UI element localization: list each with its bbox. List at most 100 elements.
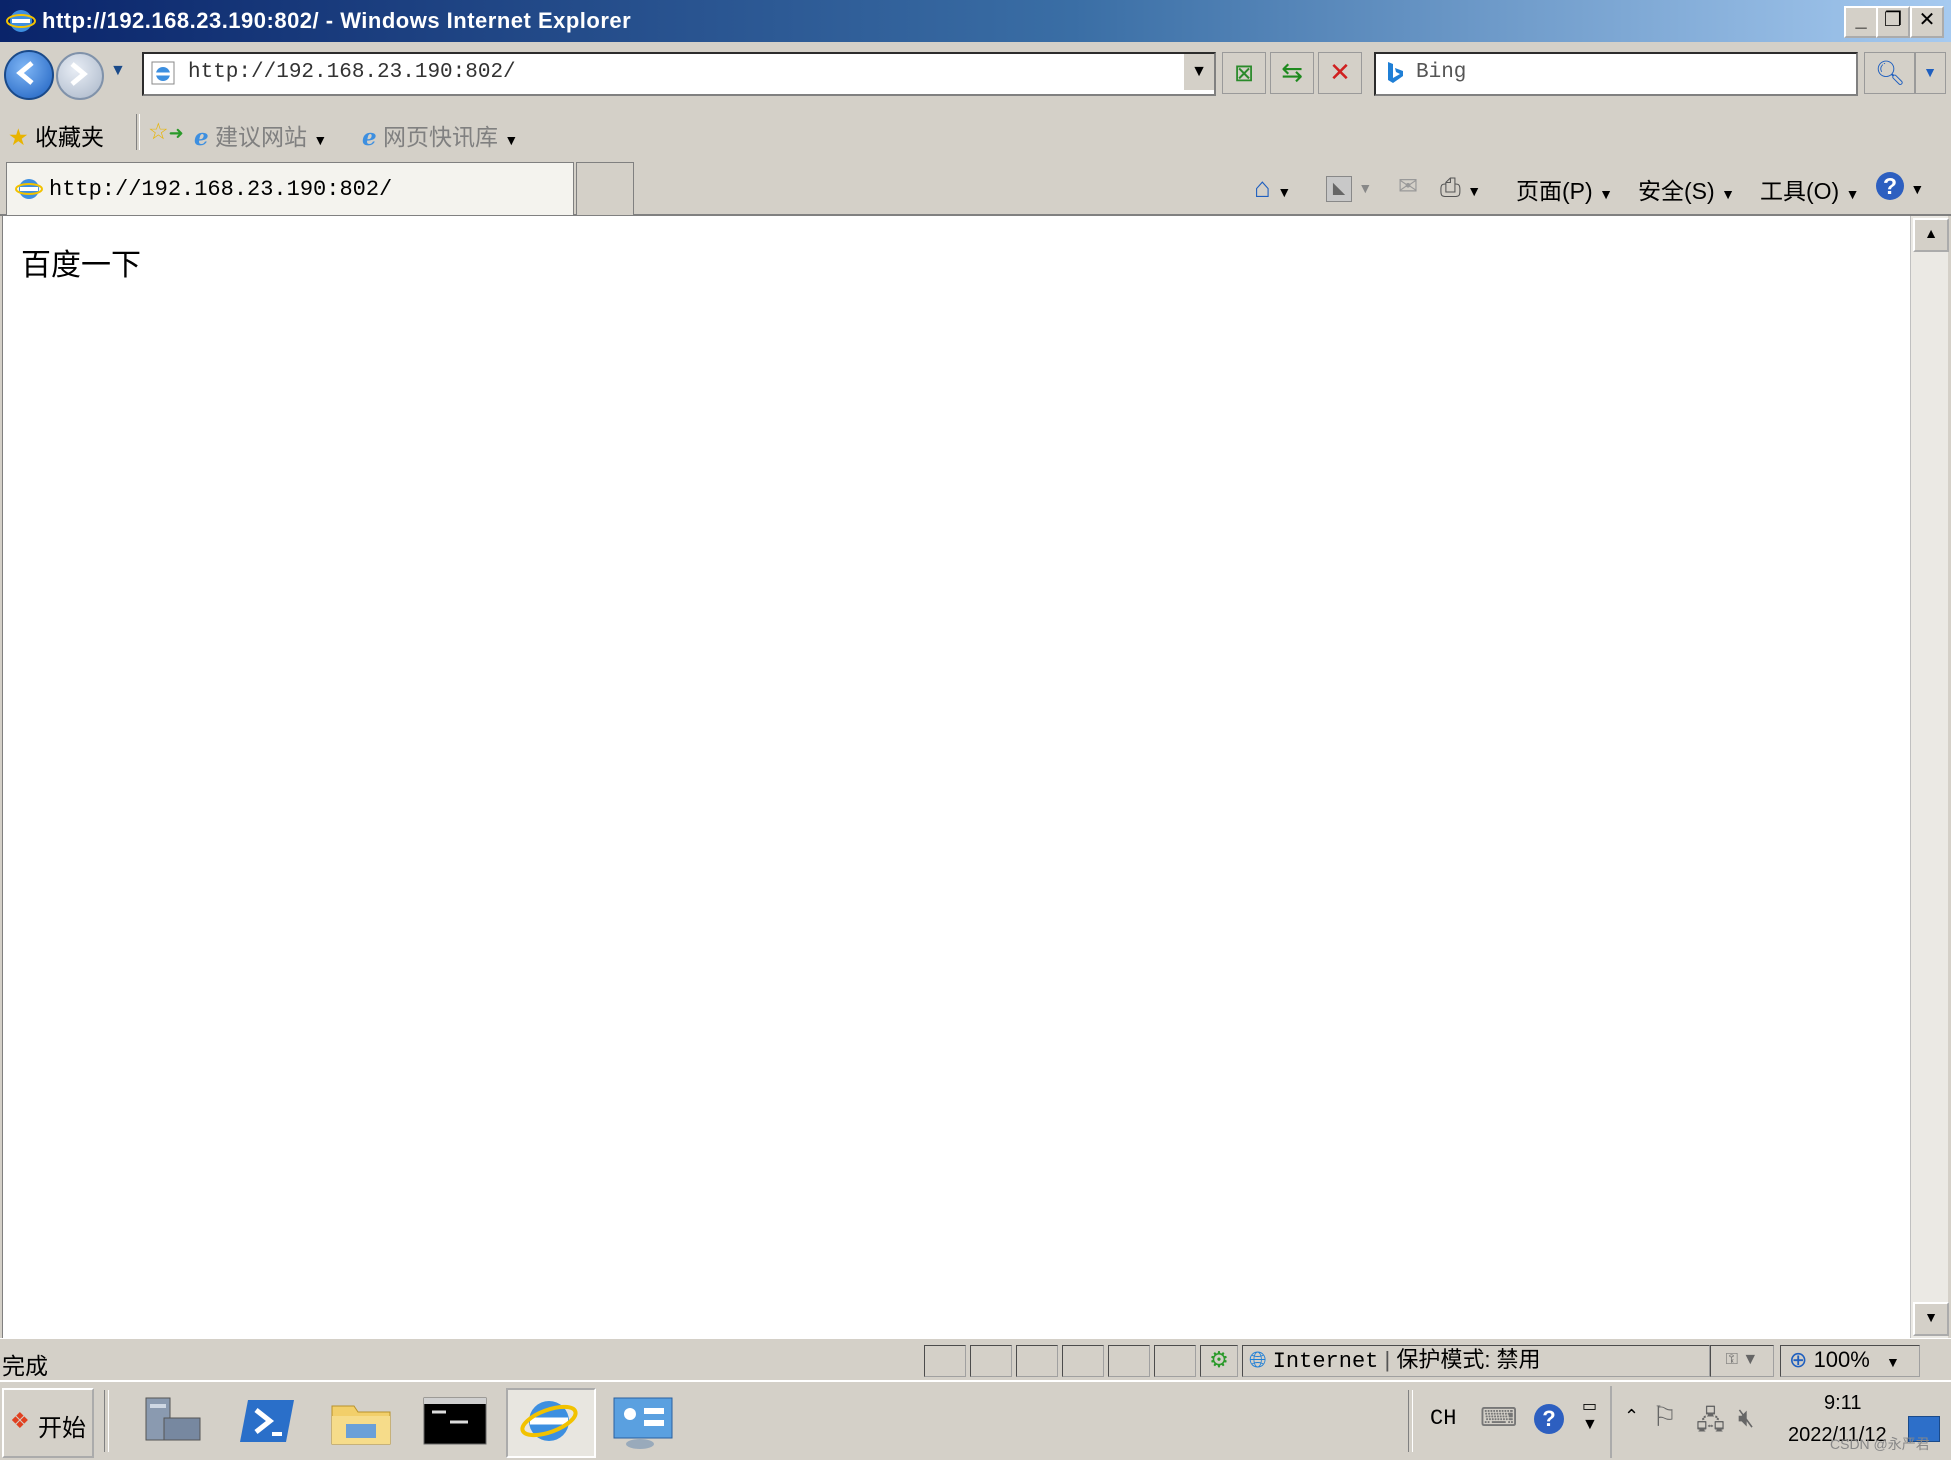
search-box[interactable]: Bing <box>1374 52 1858 96</box>
ie-icon <box>15 179 43 199</box>
search-icon: 🔍︎ <box>1874 60 1906 87</box>
language-indicator[interactable]: CH <box>1430 1406 1456 1431</box>
taskbar-explorer[interactable] <box>318 1388 404 1454</box>
security-status-icon: ⚙ <box>1209 1347 1229 1372</box>
status-pane <box>970 1345 1012 1377</box>
page-content[interactable]: 百度一下 <box>2 216 1910 1338</box>
status-pane <box>1154 1345 1196 1377</box>
status-pane <box>1062 1345 1104 1377</box>
favorites-item-web-slice-gallery[interactable]: ℯ 网页快讯库 ▼ <box>362 118 518 152</box>
home-button[interactable]: ⌂ ▼ <box>1254 172 1291 204</box>
help-button[interactable]: ? ▼ <box>1876 172 1924 200</box>
add-to-favorites-bar-button[interactable]: ☆➜ <box>148 118 184 145</box>
help-icon[interactable]: ? <box>1534 1404 1564 1434</box>
page-menu[interactable]: 页面(P) ▼ <box>1516 172 1613 206</box>
restore-button[interactable]: ❐ <box>1876 6 1910 38</box>
safety-menu[interactable]: 安全(S) ▼ <box>1638 172 1735 206</box>
zoom-icon: ⊕ <box>1789 1347 1808 1372</box>
favorites-bar: ★ 收藏夹 ☆➜ ℯ 建议网站 ▼ ℯ 网页快讯库 ▼ <box>0 104 1951 160</box>
stop-icon: ✕ <box>1329 57 1351 87</box>
ie-icon <box>6 10 36 32</box>
print-button[interactable]: ⎙ ▼ <box>1440 172 1481 204</box>
status-bar: 完成 ⚙ 🌐︎ Internet | 保护模式: 禁用 ⚿ ▼ ⊕ 100% ▼ <box>0 1338 1951 1380</box>
ie-icon <box>520 1401 578 1441</box>
page-icon <box>151 61 175 85</box>
taskbar-divider <box>1408 1390 1413 1452</box>
bing-icon <box>1388 62 1403 83</box>
safety-menu-label: 安全(S) <box>1638 178 1715 204</box>
compatibility-view-button[interactable]: ⊠ <box>1222 52 1266 94</box>
language-options-button[interactable]: ▭ ▼ <box>1582 1398 1598 1434</box>
refresh-button[interactable]: ⇆ <box>1270 52 1314 94</box>
taskbar-divider <box>104 1390 109 1452</box>
page-text: 百度一下 <box>21 249 141 282</box>
ie-page-icon: ℯ <box>194 124 209 150</box>
print-icon: ⎙ <box>1440 172 1461 202</box>
tab-bar: http://192.168.23.190:802/ ⌂ ▼ ◣ ▼ ✉ ⎙ ▼… <box>0 160 1951 216</box>
clock-time[interactable]: 9:11 <box>1824 1392 1861 1415</box>
favorites-button[interactable]: ★ 收藏夹 <box>8 118 104 152</box>
start-button[interactable]: ❖ 开始 <box>2 1388 94 1458</box>
keyboard-icon[interactable]: ⌨ <box>1480 1402 1518 1433</box>
zoom-pane[interactable]: ⊕ 100% ▼ <box>1780 1345 1920 1377</box>
feeds-icon: ◣ <box>1326 176 1352 202</box>
status-pane <box>1016 1345 1058 1377</box>
favorites-label: 收藏夹 <box>35 124 105 150</box>
tools-menu-label: 工具(O) <box>1760 178 1840 204</box>
suggested-sites-label: 建议网站 <box>215 124 308 150</box>
vertical-scrollbar[interactable]: ▲ ▼ <box>1910 216 1949 1338</box>
protected-mode-label: 保护模式: 禁用 <box>1396 1347 1541 1372</box>
back-button[interactable] <box>4 50 54 100</box>
notification-area: ⌃ ⚐ 🖧︎ 🔇︎ 9:11 2022/11/12 CSDN @永严君 <box>1610 1386 1951 1458</box>
address-text: http://192.168.23.190:802/ <box>188 61 516 84</box>
taskbar-server-manager[interactable] <box>130 1388 216 1454</box>
address-dropdown-button[interactable]: ▼ <box>1182 54 1214 90</box>
address-bar[interactable]: http://192.168.23.190:802/ ▼ <box>142 52 1216 96</box>
status-pane <box>924 1345 966 1377</box>
stop-button[interactable]: ✕ <box>1318 52 1362 94</box>
zone-pane[interactable]: 🌐︎ Internet | 保护模式: 禁用 <box>1242 1345 1710 1377</box>
feeds-button[interactable]: ◣ ▼ <box>1326 172 1372 202</box>
minimize-button[interactable]: _ <box>1844 6 1878 38</box>
close-button[interactable]: ✕ <box>1910 6 1944 38</box>
title-bar[interactable]: http://192.168.23.190:802/ - Windows Int… <box>0 0 1951 42</box>
control-panel-icon <box>613 1397 673 1449</box>
web-slice-gallery-label: 网页快讯库 <box>383 124 499 150</box>
history-dropdown-button[interactable]: ▼ <box>110 62 126 80</box>
status-pane: ⚙ <box>1200 1345 1238 1377</box>
read-mail-button[interactable]: ✉ <box>1398 172 1418 201</box>
action-center-flag-icon[interactable]: ⚐ <box>1652 1400 1677 1433</box>
zoom-level: 100% <box>1813 1347 1870 1372</box>
forward-button[interactable] <box>56 52 104 100</box>
new-tab-button[interactable] <box>576 162 634 215</box>
taskbar: ❖ 开始 CH ⌨ ? ▭ ▼ ⌃ ⚐ 🖧︎ 🔇︎ 9:11 2022/11/12… <box>0 1380 1951 1459</box>
show-hidden-icons-button[interactable]: ⌃ <box>1624 1406 1639 1427</box>
add-favorite-icon: ☆ <box>148 118 169 144</box>
navigation-bar: ▼ http://192.168.23.190:802/ ▼ ⊠ ⇆ ✕ Bin… <box>0 42 1951 104</box>
taskbar-control-panel[interactable] <box>600 1388 686 1454</box>
scroll-down-button[interactable]: ▼ <box>1913 1302 1949 1336</box>
cmd-icon <box>423 1397 487 1445</box>
taskbar-cmd[interactable] <box>412 1388 498 1454</box>
zone-label: Internet <box>1272 1349 1379 1374</box>
start-label: 开始 <box>38 1415 86 1442</box>
windows-logo-icon: ❖ <box>10 1408 30 1433</box>
forward-icon <box>70 62 88 86</box>
tab-current[interactable]: http://192.168.23.190:802/ <box>6 162 574 215</box>
search-button[interactable]: 🔍︎ <box>1864 52 1916 94</box>
search-options-button[interactable]: ▼ <box>1914 52 1946 94</box>
powershell-icon <box>240 1400 294 1442</box>
taskbar-powershell[interactable] <box>226 1388 312 1454</box>
search-placeholder: Bing <box>1416 61 1467 84</box>
tools-menu[interactable]: 工具(O) ▼ <box>1760 172 1859 206</box>
tab-label: http://192.168.23.190:802/ <box>49 177 393 202</box>
taskbar-internet-explorer[interactable] <box>506 1388 596 1458</box>
popup-blocker-pane[interactable]: ⚿ ▼ <box>1710 1345 1774 1377</box>
compat-icon: ⊠ <box>1233 60 1255 87</box>
scroll-up-button[interactable]: ▲ <box>1913 218 1949 252</box>
status-pane <box>1108 1345 1150 1377</box>
volume-muted-icon[interactable]: 🔇︎ <box>1738 1402 1754 1434</box>
favorites-item-suggested-sites[interactable]: ℯ 建议网站 ▼ <box>194 118 327 152</box>
network-icon[interactable]: 🖧︎ <box>1696 1402 1725 1446</box>
ie-page-icon: ℯ <box>362 124 377 150</box>
